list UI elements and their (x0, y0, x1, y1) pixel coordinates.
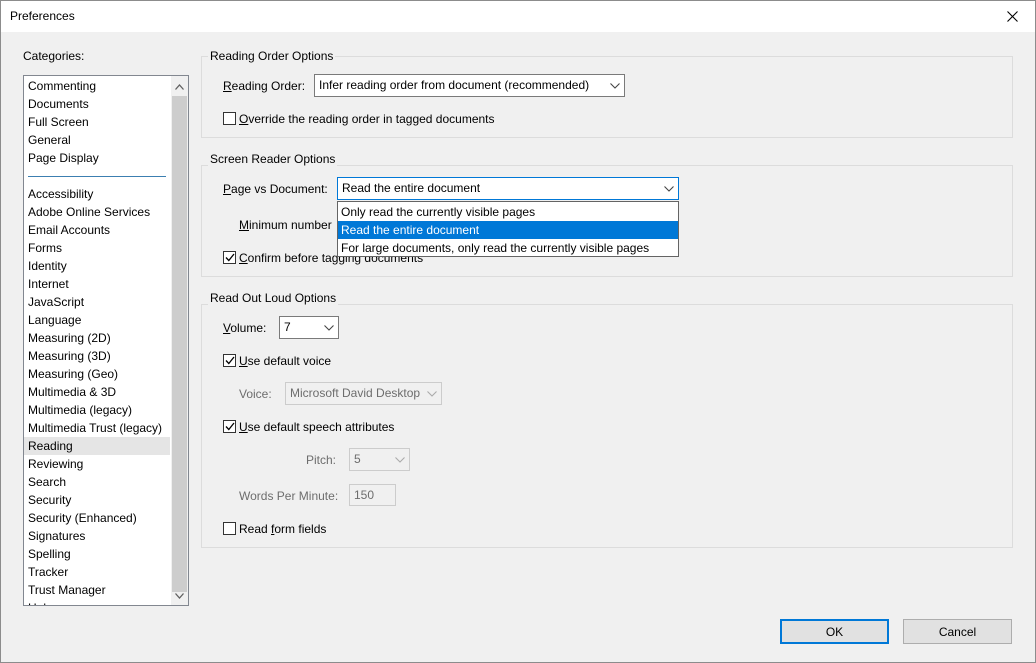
page-vs-document-dropdown[interactable]: Only read the currently visible pages Re… (337, 201, 679, 257)
category-item[interactable]: Signatures (24, 527, 170, 545)
category-item[interactable]: Email Accounts (24, 221, 170, 239)
ok-button[interactable]: OK (780, 619, 889, 644)
category-item[interactable]: Measuring (3D) (24, 347, 170, 365)
reading-order-label: Reading Order: (223, 79, 306, 93)
dropdown-option-large-documents[interactable]: For large documents, only read the curre… (338, 239, 678, 257)
category-item[interactable]: Search (24, 473, 170, 491)
categories-scrollbar[interactable] (171, 76, 188, 605)
category-item[interactable]: Language (24, 311, 170, 329)
categories-list[interactable]: Commenting Documents Full Screen General Pag… (23, 75, 189, 606)
category-item[interactable]: Multimedia Trust (legacy) (24, 419, 170, 437)
override-reading-order-label: Override the reading order in tagged doc… (239, 112, 495, 126)
default-voice-label: Use default voice (239, 354, 332, 368)
volume-value: 7 (284, 320, 291, 334)
category-item[interactable]: Forms (24, 239, 170, 257)
words-per-minute-input[interactable]: 150 (349, 484, 396, 506)
scroll-thumb[interactable] (172, 96, 187, 592)
title-bar: Preferences (1, 1, 1035, 32)
voice-value: Microsoft David Desktop (290, 386, 421, 400)
category-item[interactable]: Security (Enhanced) (24, 509, 170, 527)
category-item[interactable]: Reading (24, 437, 170, 455)
categories-label: Categories: (23, 49, 85, 63)
close-icon (1006, 11, 1018, 22)
category-item[interactable]: Measuring (2D) (24, 329, 170, 347)
checkmark-icon (225, 253, 235, 262)
chevron-down-icon (391, 449, 409, 470)
pitch-label: Pitch: (306, 453, 337, 467)
voice-label: Voice: (239, 387, 272, 401)
chevron-down-icon (175, 592, 184, 599)
minimum-number-label: Minimum number (239, 218, 332, 232)
checkmark-icon (225, 422, 235, 431)
default-speech-checkbox[interactable] (223, 420, 236, 433)
category-item[interactable]: Accessibility (24, 185, 170, 203)
override-reading-order-checkbox[interactable] (223, 112, 236, 125)
default-voice-checkbox[interactable] (223, 354, 236, 367)
read-form-fields-checkbox[interactable] (223, 522, 236, 535)
page-vs-document-label: Page vs Document: (223, 182, 328, 196)
category-item[interactable]: Spelling (24, 545, 170, 563)
category-item[interactable]: Tracker (24, 563, 170, 581)
dropdown-option-visible-pages[interactable]: Only read the currently visible pages (338, 203, 678, 221)
category-item-partial: Help (24, 599, 170, 605)
category-item[interactable]: Security (24, 491, 170, 509)
category-item[interactable]: Full Screen (24, 113, 170, 131)
category-item[interactable]: Commenting (24, 77, 170, 95)
chevron-down-icon (320, 317, 338, 338)
volume-select[interactable]: 7 (279, 316, 339, 339)
category-item[interactable]: Page Display (24, 149, 170, 167)
category-item[interactable]: Trust Manager (24, 581, 170, 599)
dropdown-option-entire-document[interactable]: Read the entire document (338, 221, 678, 239)
categories-separator (28, 176, 166, 177)
voice-select[interactable]: Microsoft David Desktop (285, 382, 442, 405)
pitch-value: 5 (354, 452, 361, 466)
volume-label: Volume: (223, 321, 267, 335)
chevron-down-icon (606, 75, 624, 96)
default-speech-label: Use default speech attributes (239, 420, 395, 434)
category-item[interactable]: General (24, 131, 170, 149)
reading-order-group-title: Reading Order Options (208, 49, 336, 63)
category-item[interactable]: Documents (24, 95, 170, 113)
reading-order-value: Infer reading order from document (recom… (319, 78, 590, 92)
category-item[interactable]: Reviewing (24, 455, 170, 473)
category-item[interactable]: Internet (24, 275, 170, 293)
window-title: Preferences (10, 9, 75, 23)
category-item[interactable]: Identity (24, 257, 170, 275)
chevron-up-icon (175, 83, 184, 90)
close-button[interactable] (989, 1, 1035, 32)
category-item[interactable]: Multimedia (legacy) (24, 401, 170, 419)
words-per-minute-label: Words Per Minute: (239, 489, 339, 503)
reading-order-select[interactable]: Infer reading order from document (recom… (314, 74, 625, 97)
scroll-up-button[interactable] (171, 78, 188, 95)
category-item[interactable]: Adobe Online Services (24, 203, 170, 221)
category-item[interactable]: Measuring (Geo) (24, 365, 170, 383)
screen-reader-group-title: Screen Reader Options (208, 152, 338, 166)
chevron-down-icon (660, 178, 678, 199)
read-form-fields-label: Read form fields (239, 522, 327, 536)
category-item[interactable]: Multimedia & 3D (24, 383, 170, 401)
category-item[interactable]: JavaScript (24, 293, 170, 311)
page-vs-document-value: Read the entire document (342, 181, 481, 195)
page-vs-document-select[interactable]: Read the entire document (337, 177, 679, 200)
checkmark-icon (225, 356, 235, 365)
pitch-select[interactable]: 5 (349, 448, 410, 471)
scroll-down-button[interactable] (171, 587, 188, 604)
cancel-button[interactable]: Cancel (903, 619, 1012, 644)
chevron-down-icon (423, 383, 441, 404)
confirm-tagging-checkbox[interactable] (223, 251, 236, 264)
read-out-loud-group-title: Read Out Loud Options (208, 291, 339, 305)
